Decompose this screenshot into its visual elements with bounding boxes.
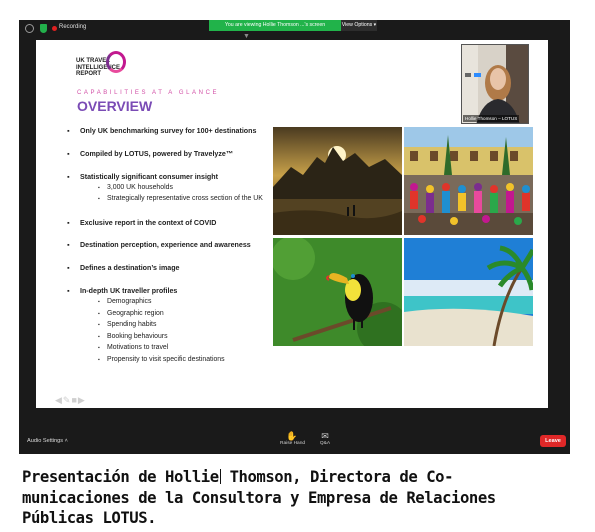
sub-bullet-item: Strategically representative cross secti… xyxy=(98,195,263,202)
slide-tools: ◀✎■▶ xyxy=(55,395,86,406)
sub-bullet-item: Motivations to travel xyxy=(98,344,168,351)
video-control-icon[interactable] xyxy=(465,73,471,77)
tropical-beach-photo xyxy=(404,238,533,346)
sub-bullet-item: Spending habits xyxy=(98,321,157,328)
toucan-photo xyxy=(273,238,402,346)
bullet-item: In-depth UK traveller profiles xyxy=(67,287,177,295)
bullet-item: Compiled by LOTUS, powered by Travelyze™ xyxy=(67,150,233,158)
pin-icon[interactable]: ▼ xyxy=(243,33,250,40)
raise-hand-label: Raise Hand xyxy=(280,441,306,446)
qa-label: Q&A xyxy=(319,441,331,446)
bullet-item: Defines a destination’s image xyxy=(67,264,179,272)
recording-label: Recording xyxy=(59,24,87,30)
sub-bullet-item: Booking behaviours xyxy=(98,333,167,340)
leave-button[interactable]: Leave xyxy=(540,435,566,447)
logo-line: REPORT xyxy=(76,71,102,77)
info-icon[interactable] xyxy=(25,24,34,33)
audio-settings-button[interactable]: Audio Settings ˄ xyxy=(27,438,68,444)
logo-ring-icon xyxy=(106,51,126,73)
figure-caption: Presentación de Hollie Thomson, Director… xyxy=(22,467,573,529)
view-options-button[interactable]: View Options ▾ xyxy=(341,20,377,31)
bullet-item: Exclusive report in the context of COVID xyxy=(67,219,216,227)
shield-icon[interactable] xyxy=(40,24,47,33)
top-bar: Recording You are viewing Hollie Thomson… xyxy=(19,20,570,40)
participant-name: Hollie Thomson – LOTUS xyxy=(463,115,520,122)
participant-video[interactable]: Hollie Thomson – LOTUS xyxy=(461,44,529,124)
recording-dot-icon xyxy=(52,26,57,31)
bullet-item: Only UK benchmarking survey for 100+ des… xyxy=(67,127,256,135)
hand-icon: ✋ xyxy=(286,431,298,441)
zoom-window: Recording You are viewing Hollie Thomson… xyxy=(19,20,570,454)
raise-hand-button[interactable]: ✋ Raise Hand xyxy=(280,431,306,446)
festival-dancers-photo xyxy=(404,127,533,235)
chat-bubbles-icon: ✉ xyxy=(321,431,329,441)
slide-title: OVERVIEW xyxy=(77,98,153,114)
bottom-toolbar: Audio Settings ˄ ✋ Raise Hand ✉ Q&A Leav… xyxy=(19,428,570,454)
slide-kicker: CAPABILITIES AT A GLANCE xyxy=(77,90,220,96)
caption-line: Públicas LOTUS. xyxy=(22,509,157,527)
caption-line: municaciones de la Consultora y Empresa … xyxy=(22,488,496,507)
sub-bullet-item: Geographic region xyxy=(98,310,164,317)
sub-bullet-item: Demographics xyxy=(98,298,152,305)
video-control-icon[interactable] xyxy=(474,73,481,77)
bullet-item: Destination perception, experience and a… xyxy=(67,241,251,249)
sub-bullet-item: Propensity to visit specific destination… xyxy=(98,356,225,363)
back-arrow-icon[interactable]: ◀ xyxy=(55,395,63,405)
sub-bullet-item: 3,000 UK households xyxy=(98,184,173,191)
qa-button[interactable]: ✉ Q&A xyxy=(315,431,335,446)
bullet-item: Statistically significant consumer insig… xyxy=(67,173,218,181)
caption-line: Presentación de Hollie Thomson, Director… xyxy=(22,468,454,486)
rio-sunset-photo xyxy=(273,127,402,235)
forward-arrow-icon[interactable]: ▶ xyxy=(78,395,86,405)
viewing-banner: You are viewing Hollie Thomson ...'s scr… xyxy=(209,20,341,31)
